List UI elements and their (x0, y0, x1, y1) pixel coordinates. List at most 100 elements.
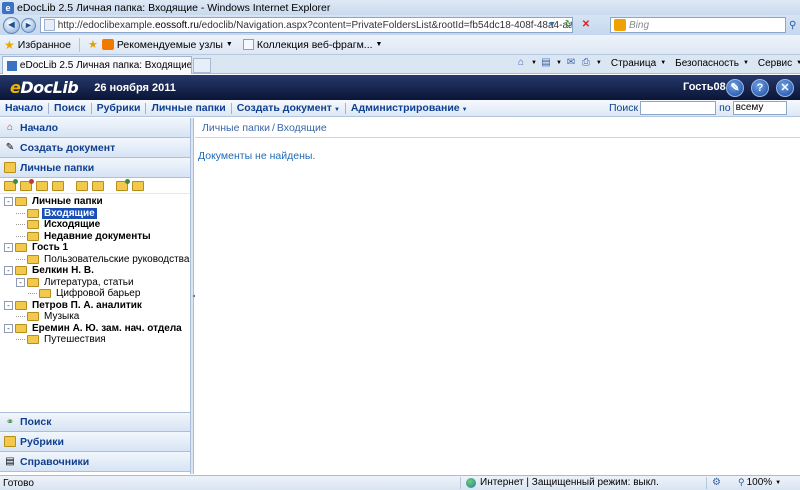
fav-suggested-sites[interactable]: Рекомендуемые узлы (117, 39, 223, 51)
menu-personal-folders[interactable]: Личные папки (146, 102, 230, 114)
safety-menu[interactable]: Безопасность (675, 58, 739, 69)
tree-expander-icon[interactable]: - (4, 197, 13, 207)
tree-node[interactable]: - Еремин А. Ю. зам. нач. отдела (0, 323, 190, 335)
chevron-down-icon[interactable]: ▼ (743, 60, 749, 66)
favorites-star-icon[interactable]: ★ (4, 38, 15, 52)
help-icon[interactable]: ? (751, 79, 769, 97)
tree-node[interactable]: Цифровой барьер (0, 288, 190, 300)
section-directories[interactable]: ▤ Справочники (0, 452, 190, 472)
move-folder-icon[interactable] (92, 180, 104, 191)
print-icon[interactable]: ⎙ (580, 57, 592, 69)
chevron-down-icon[interactable]: ▼ (531, 60, 537, 66)
tree-expander-icon[interactable]: - (4, 266, 13, 276)
chevron-down-icon[interactable]: ▼ (796, 60, 800, 66)
menu-search[interactable]: Поиск (49, 102, 91, 114)
tab-title: eDocLib 2.5 Личная папка: Входящие (19, 60, 191, 71)
export-folder-icon[interactable] (132, 180, 144, 191)
directories-icon: ▤ (5, 456, 15, 467)
forward-button[interactable]: ► (21, 17, 36, 33)
tree-node[interactable]: - Белкин Н. В. (0, 265, 190, 277)
copy-folder-icon[interactable] (76, 180, 88, 191)
section-home[interactable]: ⌂ Начало (0, 118, 190, 138)
search-scope-select[interactable]: всему (732, 101, 787, 115)
tree-node-label[interactable]: Гость 1 (30, 242, 70, 253)
tree-node[interactable]: Исходящие (0, 219, 190, 231)
chevron-down-icon[interactable]: ▼ (556, 60, 562, 66)
folder-properties-icon[interactable] (52, 180, 64, 191)
address-row: ◄ ► http://edoclibexample.eossoft.ru/edo… (0, 15, 800, 35)
home-icon[interactable]: ⌂ (515, 57, 527, 69)
tree-expander-icon[interactable]: - (4, 243, 13, 253)
tree-node-label[interactable]: Литература, статьи (42, 277, 136, 288)
tree-node-label[interactable]: Петров П. А. аналитик (30, 300, 144, 311)
tree-node-label[interactable]: Личные папки (30, 196, 105, 207)
section-personal-folders[interactable]: Личные папки (0, 158, 190, 178)
address-bar[interactable]: http://edoclibexample.eossoft.ru/edoclib… (40, 17, 573, 33)
tree-node[interactable]: Музыка (0, 311, 190, 323)
menu-rubrics[interactable]: Рубрики (92, 102, 146, 114)
tree-node[interactable]: - Петров П. А. аналитик (0, 300, 190, 312)
search-go-icon[interactable]: ⚲ (789, 20, 796, 31)
tree-node-label[interactable]: Белкин Н. В. (30, 265, 96, 276)
protected-mode-icon[interactable]: ⚙ (712, 477, 721, 488)
tree-node[interactable]: Путешествия (0, 334, 190, 346)
globe-icon (466, 477, 476, 488)
tree-node-label[interactable]: Входящие (42, 207, 97, 219)
tree-node[interactable]: Пользовательские руководства (0, 254, 190, 266)
panel-splitter[interactable]: ◄ (191, 118, 198, 474)
refresh-icon[interactable]: ↻ (562, 18, 576, 32)
feeds-icon[interactable]: ▤ (540, 57, 552, 69)
tree-expander-icon[interactable]: - (16, 277, 25, 287)
chevron-down-icon[interactable]: ▼ (660, 60, 666, 66)
browser-tab[interactable]: eDocLib 2.5 Личная папка: Входящие (2, 56, 192, 74)
menu-create-document[interactable]: Создать документ ▼ (232, 102, 345, 114)
tree-node[interactable]: - Личные папки (0, 196, 190, 208)
breadcrumb-personal-folders[interactable]: Личные папки (202, 122, 270, 134)
close-icon[interactable]: ✕ (776, 79, 794, 97)
delete-folder-icon[interactable] (20, 178, 34, 191)
chevron-down-icon[interactable]: ▼ (226, 41, 233, 48)
mail-icon[interactable]: ✉ (565, 57, 577, 69)
tree-node-label[interactable]: Еремин А. Ю. зам. нач. отдела (30, 323, 184, 334)
tree-node-label[interactable]: Путешествия (42, 334, 108, 345)
security-zone[interactable]: Интернет | Защищенный режим: выкл. (466, 477, 659, 488)
tree-expander-icon[interactable]: - (4, 323, 13, 333)
chevron-down-icon[interactable]: ▼ (596, 60, 602, 66)
fav-web-slice-gallery[interactable]: Коллекция веб-фрагм... (257, 39, 373, 51)
tree-node-label[interactable]: Цифровой барьер (54, 288, 142, 299)
tree-node[interactable]: Входящие (0, 207, 190, 220)
favorites-button[interactable]: Избранное (18, 39, 71, 51)
search-box[interactable]: Bing (610, 17, 786, 33)
section-rubrics[interactable]: Рубрики (0, 432, 190, 452)
add-favorite-icon[interactable]: ★ (88, 38, 98, 51)
menu-home[interactable]: Начало (0, 102, 48, 114)
back-button[interactable]: ◄ (3, 16, 20, 34)
chevron-down-icon[interactable]: ▼ (775, 480, 781, 486)
tools-menu[interactable]: Сервис (758, 58, 792, 69)
tools-icon[interactable]: ✎ (726, 79, 744, 97)
tree-node[interactable]: Недавние документы (0, 231, 190, 243)
page-menu[interactable]: Страница (611, 58, 656, 69)
new-tab-button[interactable] (193, 58, 211, 73)
search-input[interactable] (640, 101, 717, 115)
tree-node-label[interactable]: Недавние документы (42, 231, 153, 242)
tree-node-label[interactable]: Музыка (42, 311, 81, 322)
address-dropdown-icon[interactable]: ▾ (545, 18, 559, 32)
new-folder-icon[interactable] (4, 178, 18, 191)
tree-node[interactable]: - Гость 1 (0, 242, 190, 254)
menu-administration[interactable]: Администрирование ▼ (346, 102, 473, 114)
address-url[interactable]: http://edoclibexample.eossoft.ru/edoclib… (58, 20, 572, 31)
zoom-control[interactable]: ⚲ 100% ▼ (738, 477, 781, 488)
section-search[interactable]: ⚭ Поиск (0, 412, 190, 432)
share-folder-icon[interactable] (116, 178, 130, 191)
window-titlebar: e eDocLib 2.5 Личная папка: Входящие - W… (0, 0, 800, 15)
chevron-down-icon[interactable]: ▼ (376, 41, 383, 48)
rename-folder-icon[interactable] (36, 180, 48, 191)
section-create-document[interactable]: ✎ Создать документ (0, 138, 190, 158)
tree-node-label[interactable]: Пользовательские руководства (42, 254, 191, 265)
tree-node-label[interactable]: Исходящие (42, 219, 102, 230)
stop-icon[interactable]: ✕ (579, 18, 593, 32)
tree-node[interactable]: - Литература, статьи (0, 277, 190, 289)
suggested-sites-icon (101, 39, 114, 50)
tree-expander-icon[interactable]: - (4, 300, 13, 310)
